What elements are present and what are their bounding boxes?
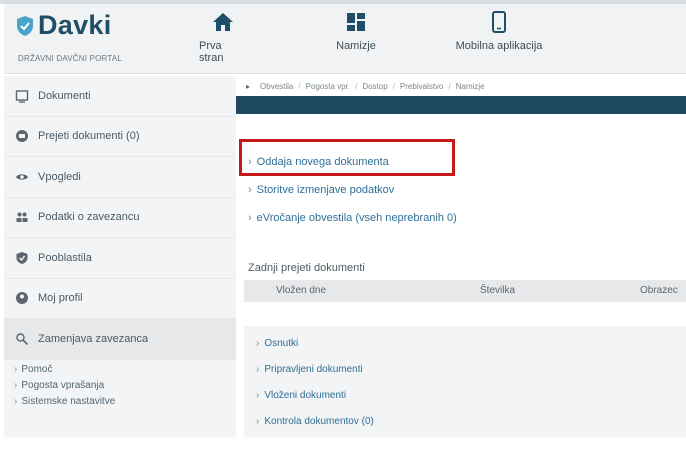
user-switch-icon xyxy=(14,331,30,347)
section-drafts[interactable]: Osnutki xyxy=(244,330,686,356)
sidebar-link-help[interactable]: Pomoč xyxy=(14,362,236,378)
shield-logo-icon xyxy=(17,15,33,36)
breadcrumb-separator: / xyxy=(448,81,451,91)
nav-dashboard-label: Namizje xyxy=(336,40,376,52)
sidebar-item-received-documents[interactable]: Prejeti dokumenti (0) xyxy=(4,117,236,157)
sidebar-item-authorizations[interactable]: Pooblastila xyxy=(4,238,236,279)
mobile-phone-icon xyxy=(492,11,506,33)
sidebar-item-taxpayer-data[interactable]: Podatki o zavezancu xyxy=(4,198,236,238)
sidebar-item-documents[interactable]: Dokumenti xyxy=(4,76,236,117)
column-header[interactable]: Obrazec xyxy=(640,285,678,296)
nav-mobile-app[interactable]: Mobilna aplikacija xyxy=(449,10,549,52)
sidebar-item-switch-taxpayer[interactable]: Zamenjava zavezanca xyxy=(4,319,236,360)
sidebar-item-views[interactable]: Vpogledi xyxy=(4,157,236,198)
home-icon xyxy=(213,13,233,31)
link-data-exchange-services[interactable]: Storitve izmenjave podatkov xyxy=(248,176,457,204)
breadcrumb-home-icon[interactable]: ▸ xyxy=(246,82,250,91)
sidebar-item-label: Zamenjava zavezanca xyxy=(38,332,149,345)
column-header[interactable]: Vložen dne xyxy=(276,285,326,296)
brand-subtitle: DRŽAVNI DAVČNI PORTAL xyxy=(18,54,123,63)
section-document-control[interactable]: Kontrola dokumentov (0) xyxy=(244,408,686,434)
sidebar-item-label: Prejeti dokumenti (0) xyxy=(38,130,140,143)
brand-name: Davki xyxy=(38,10,112,40)
link-edelivery-notices[interactable]: eVročanje obvestila (vseh neprebranih 0) xyxy=(248,204,457,232)
highlight-box xyxy=(239,139,455,176)
sidebar-item-label: Pooblastila xyxy=(38,251,92,264)
sidebar: Dokumenti Prejeti dokumenti (0) Vpogledi… xyxy=(4,76,236,437)
sidebar-menu: Dokumenti Prejeti dokumenti (0) Vpogledi… xyxy=(4,76,236,360)
nav-home-label: Prva stran xyxy=(199,40,224,64)
sidebar-item-label: Vpogledi xyxy=(38,170,81,183)
recent-documents-title: Zadnji prejeti dokumenti xyxy=(248,262,365,274)
nav-mobile-label: Mobilna aplikacija xyxy=(455,40,543,52)
people-icon xyxy=(14,209,30,225)
document-icon xyxy=(14,88,30,104)
header: Davki DRŽAVNI DAVČNI PORTAL Prva stran N… xyxy=(4,4,686,74)
sidebar-item-label: Moj profil xyxy=(38,292,83,305)
dashboard-icon xyxy=(347,13,365,31)
shield-check-icon xyxy=(14,250,30,266)
breadcrumb-item[interactable]: Dostop xyxy=(362,82,387,91)
eye-icon xyxy=(14,169,30,185)
sidebar-item-label: Podatki o zavezancu xyxy=(38,211,140,224)
sidebar-item-label: Dokumenti xyxy=(38,89,91,102)
logo[interactable]: Davki xyxy=(16,10,112,41)
breadcrumb-separator: / xyxy=(298,81,301,91)
user-circle-icon xyxy=(14,290,30,306)
column-header[interactable]: Številka xyxy=(480,285,515,296)
nav-home[interactable]: Prva stran xyxy=(199,10,247,64)
recent-documents-table-header: Vložen dne Številka Obrazec xyxy=(244,280,686,302)
title-bar xyxy=(236,96,686,114)
section-submitted-documents[interactable]: Vloženi dokumenti xyxy=(244,382,686,408)
breadcrumb-separator: / xyxy=(392,81,395,91)
nav-dashboard[interactable]: Namizje xyxy=(326,10,386,52)
breadcrumb-item[interactable]: Prebivalstvo xyxy=(400,82,444,91)
sidebar-item-my-profile[interactable]: Moj profil xyxy=(4,279,236,319)
sidebar-link-system-settings[interactable]: Sistemske nastavitve xyxy=(14,394,236,410)
document-sections: Osnutki Pripravljeni dokumenti Vloženi d… xyxy=(244,326,686,437)
breadcrumb: ▸ Obvestila / Pogosta vpr. / Dostop / Pr… xyxy=(246,78,686,94)
breadcrumb-item[interactable]: Obvestila xyxy=(260,82,293,91)
breadcrumb-item-current: Namizje xyxy=(455,81,485,91)
inbox-icon xyxy=(14,128,30,144)
page: Davki DRŽAVNI DAVČNI PORTAL Prva stran N… xyxy=(0,0,686,453)
section-prepared-documents[interactable]: Pripravljeni dokumenti xyxy=(244,356,686,382)
breadcrumb-item[interactable]: Pogosta vpr. xyxy=(306,82,350,91)
sidebar-links: Pomoč Pogosta vprašanja Sistemske nastav… xyxy=(4,362,236,410)
breadcrumb-separator: / xyxy=(355,81,358,91)
sidebar-link-faq[interactable]: Pogosta vprašanja xyxy=(14,378,236,394)
